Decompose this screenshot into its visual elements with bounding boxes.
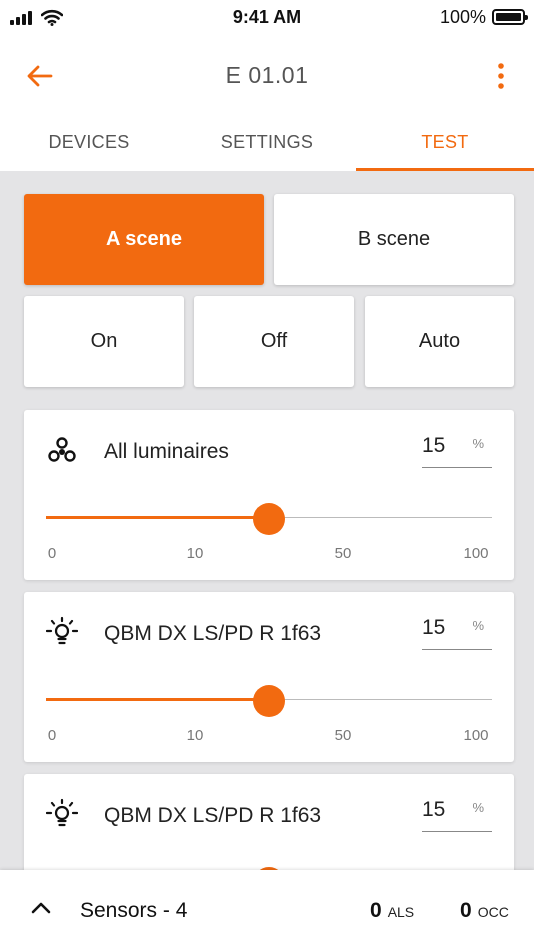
dimming-slider[interactable] [46, 503, 492, 535]
tab-bar: DEVICES SETTINGS TEST [0, 113, 534, 171]
tick-label: 100 [463, 727, 489, 744]
page-title: E 01.01 [225, 62, 309, 88]
card-title: QBM DX LS/PD R 1f63 [104, 622, 322, 645]
level-input[interactable]: 15 % [422, 432, 492, 468]
slider-fill [46, 698, 269, 701]
off-button[interactable]: Off [194, 296, 354, 387]
chevron-up-icon[interactable] [30, 900, 52, 916]
level-value: 15 [422, 798, 446, 821]
occ-count: 0 [460, 899, 472, 922]
sensors-title: Sensors - 4 [80, 899, 188, 922]
light-bulb-icon [46, 616, 78, 645]
tab-test[interactable]: TEST [356, 113, 534, 171]
a-scene-button[interactable]: A scene [24, 194, 264, 285]
tick-label: 0 [47, 545, 57, 562]
als-stat: 0 ALS [370, 899, 414, 923]
occ-stat: 0 OCC [460, 899, 509, 923]
slider-thumb[interactable] [253, 685, 285, 717]
battery-percentage: 100% [439, 7, 486, 27]
tick-label: 50 [334, 545, 352, 562]
battery-icon [492, 9, 528, 25]
luminaire-card: QBM DX LS/PD R 1f63 15 % 0 10 50 100 [24, 592, 514, 762]
more-vertical-icon[interactable] [494, 60, 508, 92]
card-title: QBM DX LS/PD R 1f63 [104, 804, 322, 827]
luminaire-card: All luminaires 15 % 0 10 50 100 [24, 410, 514, 580]
als-label: ALS [387, 904, 415, 920]
level-input[interactable]: 15 % [422, 796, 492, 832]
occ-label: OCC [477, 904, 509, 920]
luminaire-group-icon [48, 437, 76, 462]
tick-label: 100 [463, 545, 489, 562]
tick-label: 10 [186, 727, 204, 744]
level-value: 15 [422, 434, 446, 457]
sensor-bar: Sensors - 4 0 ALS 0 OCC [0, 870, 534, 950]
card-title: All luminaires [104, 440, 229, 463]
level-unit: % [472, 800, 484, 815]
auto-button[interactable]: Auto [365, 296, 514, 387]
on-button[interactable]: On [24, 296, 184, 387]
level-input[interactable]: 15 % [422, 614, 492, 650]
slider-fill [46, 516, 269, 519]
level-unit: % [472, 618, 484, 633]
light-bulb-icon [46, 798, 78, 827]
tab-devices[interactable]: DEVICES [0, 113, 178, 171]
tick-label: 10 [186, 545, 204, 562]
level-value: 15 [422, 616, 446, 639]
als-count: 0 [370, 899, 382, 922]
status-bar: 9:41 AM 100% [0, 0, 534, 38]
b-scene-button[interactable]: B scene [274, 194, 514, 285]
tick-label: 0 [47, 727, 57, 744]
slider-thumb[interactable] [253, 503, 285, 535]
app-header: E 01.01 [0, 38, 534, 113]
level-unit: % [472, 436, 484, 451]
tab-settings[interactable]: SETTINGS [178, 113, 356, 171]
tick-label: 50 [334, 727, 352, 744]
dimming-slider[interactable] [46, 685, 492, 717]
